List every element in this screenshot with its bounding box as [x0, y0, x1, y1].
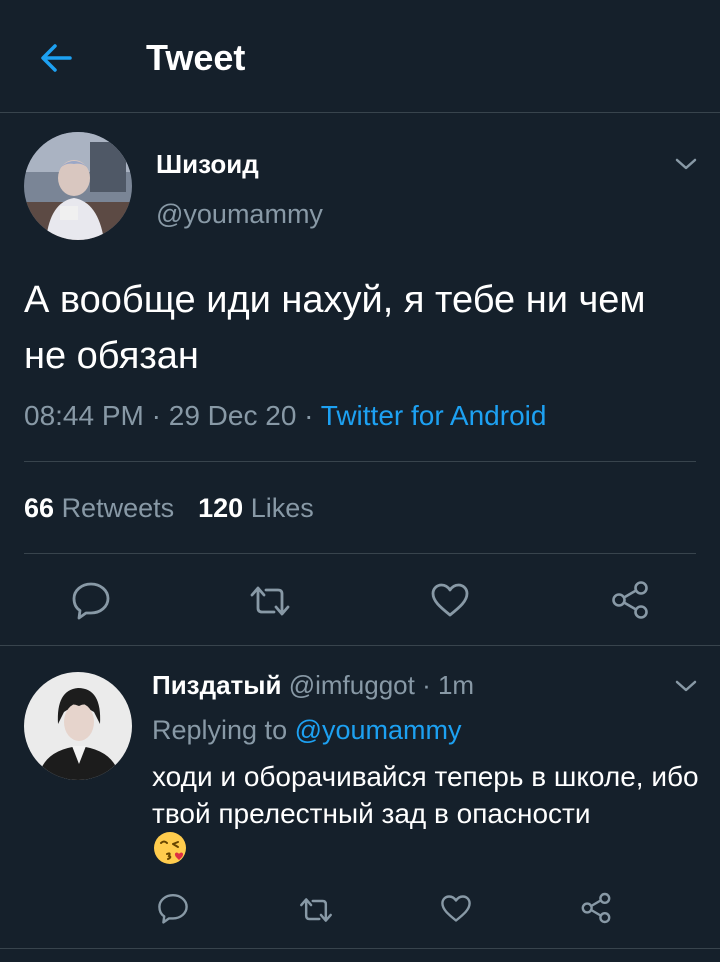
reply-button[interactable] [70, 580, 112, 620]
reply-bubble-icon [158, 894, 188, 924]
tweet-menu-button[interactable] [674, 156, 698, 172]
replying-to: Replying to @youmammy [152, 712, 462, 748]
retweets-count[interactable]: 66 [24, 493, 54, 523]
retweet-icon [300, 898, 332, 922]
tweet-time: 08:44 PM [24, 400, 144, 431]
reply-author-handle[interactable]: @imfuggot [289, 670, 415, 700]
replying-prefix: Replying to [152, 715, 295, 745]
meta-separator: · [296, 400, 321, 431]
divider [0, 948, 720, 949]
avatar-image [24, 672, 132, 780]
replying-to-mention[interactable]: @youmammy [295, 715, 462, 745]
share-icon [581, 892, 611, 924]
likes-label[interactable]: Likes [251, 493, 314, 523]
reply-dot: · [414, 670, 438, 700]
chevron-down-icon [675, 680, 697, 692]
author-name[interactable]: Шизоид [156, 148, 259, 180]
reply-author-avatar[interactable] [24, 672, 132, 780]
tweet-stats: 66 Retweets 120 Likes [24, 490, 314, 526]
kissing-heart-emoji [152, 830, 188, 866]
reply-text: ходи и оборачивайся теперь в школе, ибо … [152, 761, 699, 829]
likes-count[interactable]: 120 [198, 493, 243, 523]
divider [24, 461, 696, 462]
reply-share-button[interactable] [580, 892, 612, 924]
retweet-button[interactable] [248, 584, 292, 618]
chevron-down-icon [675, 158, 697, 170]
tweet-meta: 08:44 PM · 29 Dec 20 · Twitter for Andro… [24, 398, 546, 434]
reply-bubble-icon [72, 582, 110, 620]
reply-header: Пиздатый @imfuggot · 1m [152, 668, 474, 702]
like-button[interactable] [430, 582, 470, 618]
top-bar: Tweet [0, 0, 720, 113]
share-button[interactable] [610, 580, 650, 620]
reply-reply-button[interactable] [156, 892, 190, 924]
tweet-source-link[interactable]: Twitter for Android [321, 400, 547, 431]
reply-retweet-button[interactable] [298, 896, 334, 924]
heart-icon [441, 895, 471, 922]
back-button[interactable] [36, 38, 76, 78]
divider [0, 645, 720, 646]
reply-menu-button[interactable] [674, 678, 698, 694]
avatar-image [24, 132, 132, 240]
divider [24, 553, 696, 554]
author-handle[interactable]: @youmammy [156, 198, 323, 230]
reply-time: 1m [437, 670, 475, 700]
reply-author-name[interactable]: Пиздатый [152, 670, 281, 700]
page-title: Tweet [146, 37, 246, 78]
tweet-date: 29 Dec 20 [168, 400, 297, 431]
heart-icon [431, 583, 469, 617]
retweet-icon [250, 586, 290, 616]
reply-like-button[interactable] [440, 894, 472, 923]
meta-separator: · [143, 400, 169, 431]
share-icon [612, 581, 648, 619]
author-avatar[interactable] [24, 132, 132, 240]
retweets-label[interactable]: Retweets [62, 493, 175, 523]
arrow-left-icon [41, 44, 72, 72]
tweet-text: А вообще иди нахуй, я тебе ни чем не обя… [24, 279, 646, 377]
